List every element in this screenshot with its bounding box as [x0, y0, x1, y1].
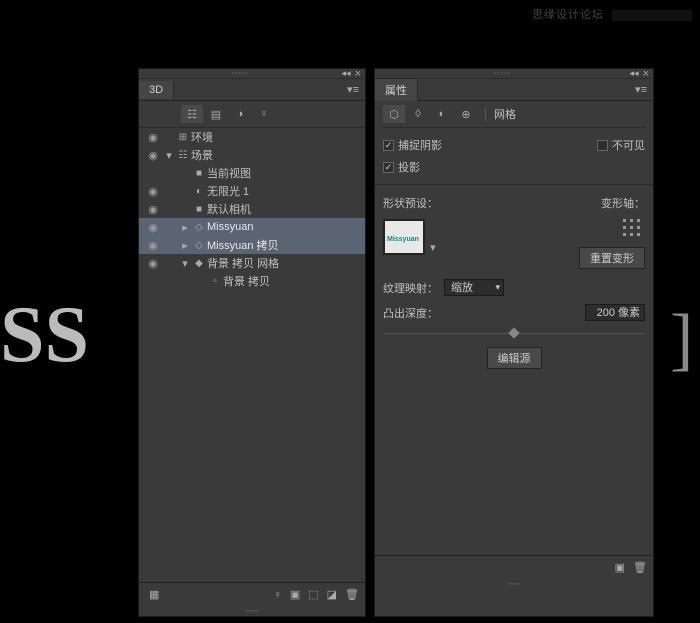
tree-3d[interactable]: ◉⊞环境◉▾☷场景■当前视图◉◐无限光 1◉■默认相机◉▸◇Missyuan◉▸…: [139, 128, 365, 582]
tree-row-label: 背景 拷贝 网格: [207, 255, 279, 271]
mesh-icon: ◇: [191, 222, 207, 233]
panel-3d-footer: ▦ ♀ ▣ ⬚ ◪ 🗑: [139, 582, 365, 606]
trash-icon[interactable]: 🗑: [345, 588, 359, 601]
shape-preset-thumb[interactable]: Missyuan ▾: [383, 219, 436, 255]
extrude-depth-input[interactable]: 200 像素: [585, 304, 645, 321]
panel-props-tabs: 属性 ▾≡: [375, 79, 653, 101]
tree-row[interactable]: ◉ ■默认相机: [139, 200, 365, 218]
tree-row[interactable]: ◉ ▸◇Missyuan: [139, 218, 365, 236]
collapse-arrows-icon[interactable]: ◂◂: [342, 68, 351, 79]
render-icon[interactable]: ▣: [290, 588, 300, 601]
close-icon[interactable]: ×: [355, 68, 361, 80]
panel-3d: ▪▪▪▪▪ ◂◂ × 3D ▾≡ ☷ ▤ ◑ ♀ ◉⊞环境◉▾☷场景■当前视图◉…: [138, 68, 366, 617]
panel-menu-icon[interactable]: ▾≡: [629, 83, 653, 96]
scene-icon: ☷: [175, 150, 191, 161]
background-art-ss: SS: [0, 290, 140, 390]
chk-invisible-label: 不可见: [612, 137, 645, 153]
add-icon[interactable]: ⬚: [308, 588, 318, 601]
panel-props-footer: ▣ 🗑: [375, 555, 653, 579]
visibility-eye-icon[interactable]: ◉: [143, 149, 163, 162]
prop-mesh-icon[interactable]: ⬡: [383, 105, 405, 123]
tree-row[interactable]: ◉▾☷场景: [139, 146, 365, 164]
disclosure-icon[interactable]: ▸: [179, 221, 191, 234]
panel-props-resize[interactable]: ▪▪▪▪▪: [375, 579, 653, 589]
tree-row-label: 场景: [191, 147, 213, 163]
preset-dropdown-icon[interactable]: ▾: [428, 219, 436, 254]
tree-row[interactable]: ■当前视图: [139, 164, 365, 182]
tree-row[interactable]: ◉ ▸◇Missyuan 拷贝: [139, 236, 365, 254]
mat-icon: ▫: [207, 276, 223, 287]
panel-3d-resize[interactable]: ▪▪▪▪▪: [139, 606, 365, 616]
extrude-depth-slider[interactable]: [383, 333, 645, 337]
tree-row-label: 环境: [191, 129, 213, 145]
edit-source-button[interactable]: 编辑源: [487, 347, 542, 369]
light-new-icon[interactable]: ♀: [274, 589, 282, 601]
mesh-solid-icon: ◆: [191, 258, 207, 269]
collapse-arrows-icon[interactable]: ◂◂: [630, 68, 639, 79]
visibility-eye-icon[interactable]: ◉: [143, 185, 163, 198]
light-icon: ◐: [191, 186, 207, 197]
prop-deform-icon[interactable]: ◊: [407, 105, 429, 123]
panel-3d-dragbar[interactable]: ▪▪▪▪▪ ◂◂ ×: [139, 69, 365, 79]
render-target-icon[interactable]: ▣: [615, 561, 625, 574]
prop-type-label: 网格: [494, 106, 516, 122]
extrude-depth-label: 凸出深度：: [383, 305, 438, 321]
prop-coord-icon[interactable]: ⊕: [455, 105, 477, 123]
visibility-eye-icon[interactable]: ◉: [143, 257, 163, 270]
tree-row[interactable]: ◉ ⊞环境: [139, 128, 365, 146]
cam-icon: ■: [191, 168, 207, 179]
panel-3d-tabs: 3D ▾≡: [139, 79, 365, 101]
filter-mesh-icon[interactable]: ▤: [205, 105, 227, 123]
visibility-eye-icon[interactable]: ◉: [143, 221, 163, 234]
panel-menu-icon[interactable]: ▾≡: [341, 83, 365, 96]
env-icon: ⊞: [175, 132, 191, 143]
chk-shadow-cast-label: 投影: [398, 159, 420, 175]
tab-properties[interactable]: 属性: [375, 79, 418, 101]
deform-axis-label: 变形轴：: [601, 195, 645, 211]
close-icon[interactable]: ×: [643, 68, 649, 80]
tree-row-label: Missyuan: [207, 221, 253, 233]
disclosure-icon[interactable]: ▸: [179, 239, 191, 252]
panel-props-dragbar[interactable]: ▪▪▪▪▪ ◂◂ ×: [375, 69, 653, 79]
filter-material-icon[interactable]: ◑: [229, 105, 251, 123]
tree-row-label: 默认相机: [207, 201, 251, 217]
tree-row-label: 背景 拷贝: [223, 273, 270, 289]
background-art-bracket: ]: [670, 300, 700, 380]
deform-axis-grid[interactable]: [623, 219, 645, 241]
panel-properties: ▪▪▪▪▪ ◂◂ × 属性 ▾≡ ⬡ ◊ ◐ ⊕ 网格 ✓ 捕捉阴影 不可见: [374, 68, 654, 617]
panel-3d-filters: ☷ ▤ ◑ ♀: [139, 101, 365, 128]
disclosure-icon[interactable]: ▾: [163, 149, 175, 162]
tree-row-label: 当前视图: [207, 165, 251, 181]
tree-row[interactable]: ◉ ◐无限光 1: [139, 182, 365, 200]
tree-row[interactable]: ◉ ▾◆背景 拷贝 网格: [139, 254, 365, 272]
picker-icon[interactable]: ▦: [149, 588, 159, 601]
disclosure-icon[interactable]: ▾: [179, 257, 191, 270]
prop-cap-icon[interactable]: ◐: [431, 105, 453, 123]
chk-invisible[interactable]: [597, 140, 608, 151]
trash-icon[interactable]: 🗑: [633, 561, 647, 574]
filter-light-icon[interactable]: ♀: [253, 105, 275, 123]
tree-row-label: 无限光 1: [207, 183, 249, 199]
texture-map-dropdown[interactable]: 缩放: [444, 279, 504, 296]
filter-scene-icon[interactable]: ☷: [181, 105, 203, 123]
visibility-eye-icon[interactable]: ◉: [143, 203, 163, 216]
tree-row[interactable]: ▫背景 拷贝: [139, 272, 365, 290]
watermark: 思缘设计论坛: [532, 6, 692, 22]
visibility-eye-icon[interactable]: ◉: [143, 131, 163, 144]
mesh-icon: ◇: [191, 240, 207, 251]
texture-map-label: 纹理映射：: [383, 280, 438, 296]
visibility-eye-icon[interactable]: ◉: [143, 239, 163, 252]
camera-icon[interactable]: ◪: [327, 588, 337, 601]
chk-shadow-catch-label: 捕捉阴影: [398, 137, 442, 153]
properties-body: ⬡ ◊ ◐ ⊕ 网格 ✓ 捕捉阴影 不可见 ✓ 投影 形状预设：: [375, 101, 653, 555]
watermark-box: [612, 10, 692, 21]
tree-row-label: Missyuan 拷贝: [207, 237, 279, 253]
chk-shadow-cast[interactable]: ✓: [383, 162, 394, 173]
watermark-text: 思缘设计论坛: [532, 9, 604, 21]
shape-preset-label: 形状预设：: [383, 195, 438, 211]
cam-icon: ■: [191, 204, 207, 215]
reset-deform-button[interactable]: 重置变形: [579, 247, 645, 269]
chk-shadow-catch[interactable]: ✓: [383, 140, 394, 151]
tab-3d[interactable]: 3D: [139, 81, 174, 99]
